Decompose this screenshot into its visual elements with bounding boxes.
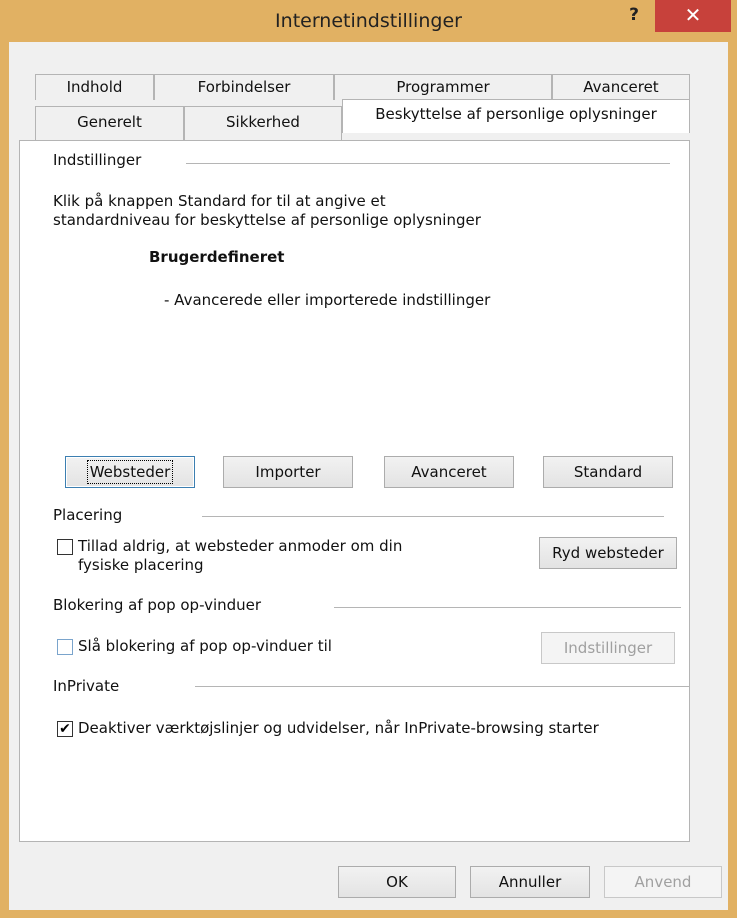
inprivate-group-label: InPrivate xyxy=(53,677,120,695)
websites-button[interactable]: Websteder xyxy=(65,456,195,488)
dialog-window: Internetindstillinger ? ✕ Indhold Forbin… xyxy=(0,0,737,918)
help-button[interactable]: ? xyxy=(622,3,646,27)
tab-privacy[interactable]: Beskyttelse af personlige oplysninger xyxy=(342,99,690,133)
tab-generelt[interactable]: Generelt xyxy=(35,106,184,140)
location-group-label: Placering xyxy=(53,506,123,524)
location-checkbox-label-line1: Tillad aldrig, at websteder anmoder om d… xyxy=(78,537,403,555)
inprivate-divider xyxy=(195,686,690,687)
import-button[interactable]: Importer xyxy=(223,456,353,488)
tab-sikkerhed[interactable]: Sikkerhed xyxy=(184,106,342,140)
popup-divider xyxy=(334,607,681,608)
close-button[interactable]: ✕ xyxy=(655,0,731,32)
inprivate-checkbox[interactable]: ✔ xyxy=(57,721,73,737)
settings-divider xyxy=(186,163,670,164)
popup-settings-button[interactable]: Indstillinger xyxy=(541,632,675,664)
popup-blocker-label: Slå blokering af pop op-vinduer til xyxy=(78,637,332,655)
tab-programmer[interactable]: Programmer xyxy=(334,74,552,100)
popup-blocker-checkbox[interactable] xyxy=(57,639,73,655)
websites-button-label: Websteder xyxy=(86,460,174,484)
clear-sites-button[interactable]: Ryd websteder xyxy=(539,537,677,569)
ok-button[interactable]: OK xyxy=(338,866,456,898)
privacy-level-title: Brugerdefineret xyxy=(149,248,285,266)
popup-group-label: Blokering af pop op-vinduer xyxy=(53,596,262,614)
location-checkbox-label-line2: fysiske placering xyxy=(78,556,204,574)
apply-button[interactable]: Anvend xyxy=(604,866,722,898)
settings-group-label: Indstillinger xyxy=(53,151,142,169)
checkmark-icon: ✔ xyxy=(59,721,71,737)
default-button[interactable]: Standard xyxy=(543,456,673,488)
advanced-button[interactable]: Avanceret xyxy=(384,456,514,488)
settings-description-line2: standardniveau for beskyttelse af person… xyxy=(53,211,481,229)
tab-avanceret[interactable]: Avanceret xyxy=(552,74,690,100)
location-checkbox[interactable] xyxy=(57,539,73,555)
privacy-tab-panel: Indstillinger Klik på knappen Standard f… xyxy=(19,140,690,842)
location-divider xyxy=(202,516,664,517)
cancel-button[interactable]: Annuller xyxy=(470,866,590,898)
close-icon: ✕ xyxy=(684,3,702,27)
settings-description-line1: Klik på knappen Standard for til at angi… xyxy=(53,192,386,210)
privacy-level-description: - Avancerede eller importerede indstilli… xyxy=(164,291,491,309)
inprivate-checkbox-label: Deaktiver værktøjslinjer og udvidelser, … xyxy=(78,719,599,737)
tab-forbindelser[interactable]: Forbindelser xyxy=(154,74,334,100)
title-bar[interactable]: Internetindstillinger ? ✕ xyxy=(0,0,737,36)
tab-indhold[interactable]: Indhold xyxy=(35,74,154,100)
